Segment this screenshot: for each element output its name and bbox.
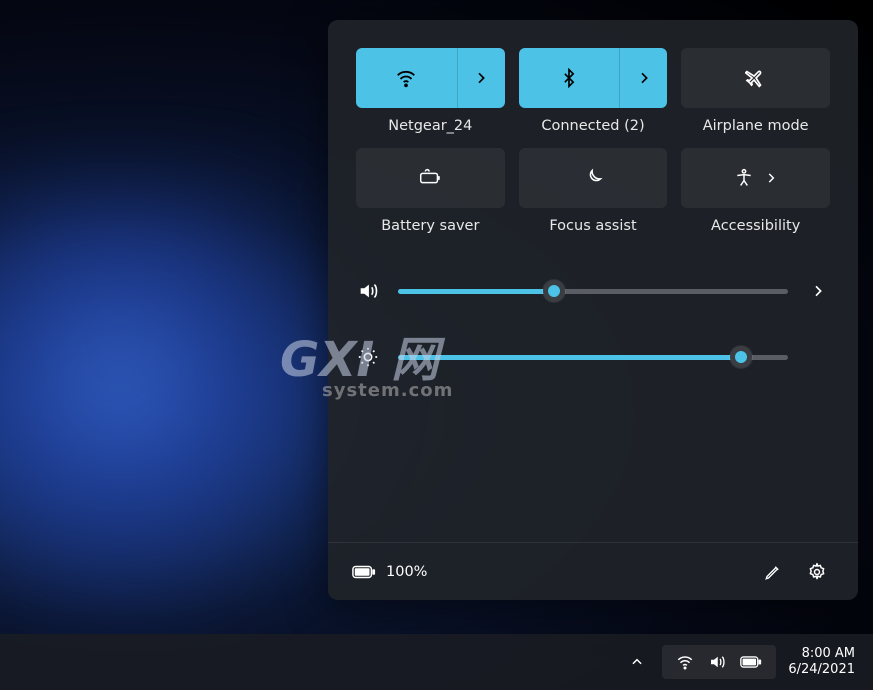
volume-slider-thumb[interactable] (543, 280, 565, 302)
brightness-row (356, 346, 830, 368)
battery-percentage: 100% (386, 564, 427, 580)
taskbar-date: 6/24/2021 (788, 662, 855, 678)
battery-saver-label: Battery saver (381, 218, 479, 234)
tile-group-bluetooth: Connected (2) (519, 48, 668, 134)
battery-icon (740, 655, 762, 669)
accessibility-tile[interactable] (681, 148, 830, 208)
focus-assist-tile[interactable] (519, 148, 668, 208)
airplane-icon (745, 67, 767, 89)
tile-group-battery-saver: Battery saver (356, 148, 505, 234)
bluetooth-expand-button[interactable] (619, 48, 667, 108)
tiles-grid: Netgear_24 Connected (2) Airplane mode (356, 48, 830, 234)
wifi-icon (676, 653, 694, 671)
tile-group-accessibility: Accessibility (681, 148, 830, 234)
pencil-icon (764, 563, 782, 581)
bluetooth-label: Connected (2) (541, 118, 644, 134)
sliders-section (356, 280, 830, 368)
settings-button[interactable] (800, 555, 834, 589)
chevron-right-icon (764, 171, 778, 185)
wifi-label: Netgear_24 (388, 118, 472, 134)
moon-icon (583, 168, 603, 188)
volume-icon (357, 280, 379, 302)
edit-button[interactable] (756, 555, 790, 589)
wifi-toggle[interactable] (356, 48, 457, 108)
tile-group-focus-assist: Focus assist (519, 148, 668, 234)
accessibility-icon (734, 168, 754, 188)
bluetooth-toggle[interactable] (519, 48, 620, 108)
taskbar-clock[interactable]: 8:00 AM 6/24/2021 (788, 646, 855, 679)
volume-icon (708, 653, 726, 671)
battery-icon (352, 564, 376, 580)
brightness-slider[interactable] (398, 355, 788, 360)
brightness-slider-thumb[interactable] (730, 346, 752, 368)
chevron-up-icon (630, 655, 644, 669)
chevron-right-icon (473, 70, 489, 86)
gear-icon (807, 562, 827, 582)
battery-saver-tile[interactable] (356, 148, 505, 208)
wifi-icon (395, 67, 417, 89)
taskbar-time: 8:00 AM (788, 646, 855, 662)
panel-footer: 100% (328, 542, 858, 600)
accessibility-expand-button[interactable] (764, 171, 778, 185)
bluetooth-icon (559, 68, 579, 88)
airplane-tile[interactable] (681, 48, 830, 108)
tile-group-wifi: Netgear_24 (356, 48, 505, 134)
tray-overflow-button[interactable] (624, 649, 650, 675)
brightness-icon (357, 346, 379, 368)
tile-group-airplane: Airplane mode (681, 48, 830, 134)
battery-saver-icon (417, 167, 443, 189)
volume-slider[interactable] (398, 289, 788, 294)
focus-assist-label: Focus assist (549, 218, 636, 234)
chevron-right-icon (810, 283, 826, 299)
quick-settings-panel: Netgear_24 Connected (2) Airplane mode (328, 20, 858, 600)
volume-expand-button[interactable] (806, 283, 830, 299)
bluetooth-tile[interactable] (519, 48, 668, 108)
accessibility-label: Accessibility (711, 218, 800, 234)
system-tray[interactable] (662, 645, 776, 679)
chevron-right-icon (636, 70, 652, 86)
wifi-tile[interactable] (356, 48, 505, 108)
airplane-label: Airplane mode (703, 118, 809, 134)
wifi-expand-button[interactable] (457, 48, 505, 108)
taskbar: 8:00 AM 6/24/2021 (0, 634, 873, 690)
volume-row (356, 280, 830, 302)
